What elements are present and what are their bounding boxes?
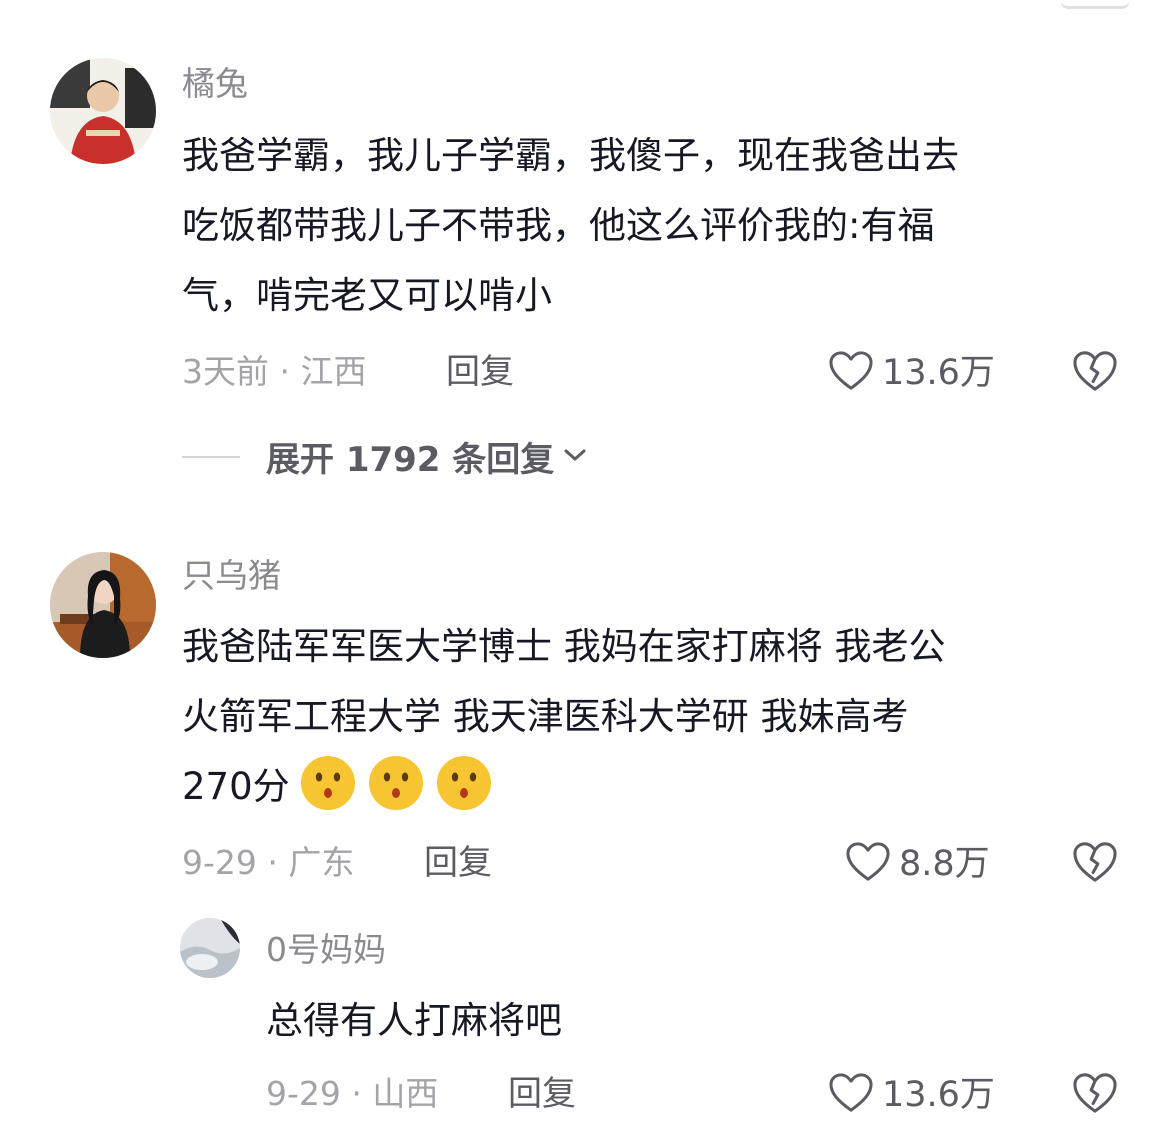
time-location: 3天前 · 江西 bbox=[182, 352, 367, 391]
expand-replies-label: 展开 1792 条回复 bbox=[266, 440, 555, 480]
expand-replies-button[interactable]: 展开 1792 条回复 bbox=[182, 432, 588, 481]
time-location: 9-29 · 广东 bbox=[182, 843, 355, 882]
divider bbox=[182, 455, 240, 458]
heart-outline-icon bbox=[828, 350, 874, 396]
broken-heart-icon bbox=[1072, 349, 1118, 393]
username[interactable]: 只乌猪 bbox=[182, 556, 281, 596]
comment-text-line: 我爸学霸，我儿子学霸，我傻子，现在我爸出去 bbox=[182, 134, 959, 177]
avatar[interactable] bbox=[180, 918, 240, 978]
username[interactable]: 0号妈妈 bbox=[266, 930, 386, 970]
heart-outline-icon bbox=[828, 1072, 874, 1118]
comment-text-line: 我爸陆军军医大学博士 我妈在家打麻将 我老公 bbox=[182, 625, 946, 668]
comment-text-fragment: 270分 bbox=[182, 765, 290, 808]
surprised-face-emoji bbox=[434, 753, 494, 813]
broken-heart-icon bbox=[1072, 840, 1118, 884]
like-count: 8.8万 bbox=[899, 844, 990, 884]
surprised-face-emoji bbox=[366, 753, 426, 813]
reply-button[interactable]: 回复 bbox=[424, 843, 492, 883]
comment-text: 总得有人打麻将吧 bbox=[266, 986, 562, 1056]
reply-button[interactable]: 回复 bbox=[508, 1074, 576, 1114]
surprised-face-emoji bbox=[298, 753, 358, 813]
dislike-button[interactable] bbox=[1072, 840, 1118, 884]
comment-text-line: 火箭军工程大学 我天津医科大学研 我妹高考 bbox=[182, 695, 909, 738]
heart-outline-icon bbox=[845, 841, 891, 887]
dislike-button[interactable] bbox=[1072, 1071, 1118, 1115]
comment-text: 我爸学霸，我儿子学霸，我傻子，现在我爸出去 吃饭都带我儿子不带我，他这么评价我的… bbox=[182, 121, 959, 331]
chevron-down-icon bbox=[554, 446, 588, 468]
reply-button[interactable]: 回复 bbox=[446, 352, 514, 392]
comment-text: 我爸陆军军医大学博士 我妈在家打麻将 我老公 火箭军工程大学 我天津医科大学研 … bbox=[182, 612, 946, 822]
dislike-button[interactable] bbox=[1072, 349, 1118, 393]
broken-heart-icon bbox=[1072, 1071, 1118, 1115]
username[interactable]: 橘兔 bbox=[182, 64, 248, 104]
comment-text-line: 气，啃完老又可以啃小 bbox=[182, 274, 552, 317]
comment-text-line: 270分 bbox=[182, 752, 946, 822]
like-count: 13.6万 bbox=[882, 353, 995, 393]
like-button[interactable]: 13.6万 bbox=[828, 350, 995, 396]
comment-text-line: 总得有人打麻将吧 bbox=[266, 999, 562, 1042]
like-count: 13.6万 bbox=[882, 1075, 995, 1115]
avatar[interactable] bbox=[50, 552, 156, 658]
like-button[interactable]: 13.6万 bbox=[828, 1072, 995, 1118]
top-edge-fragment bbox=[1060, 0, 1130, 9]
avatar[interactable] bbox=[50, 58, 156, 164]
like-button[interactable]: 8.8万 bbox=[845, 841, 990, 887]
time-location: 9-29 · 山西 bbox=[266, 1074, 439, 1113]
comment-text-line: 吃饭都带我儿子不带我，他这么评价我的:有福 bbox=[182, 204, 935, 247]
